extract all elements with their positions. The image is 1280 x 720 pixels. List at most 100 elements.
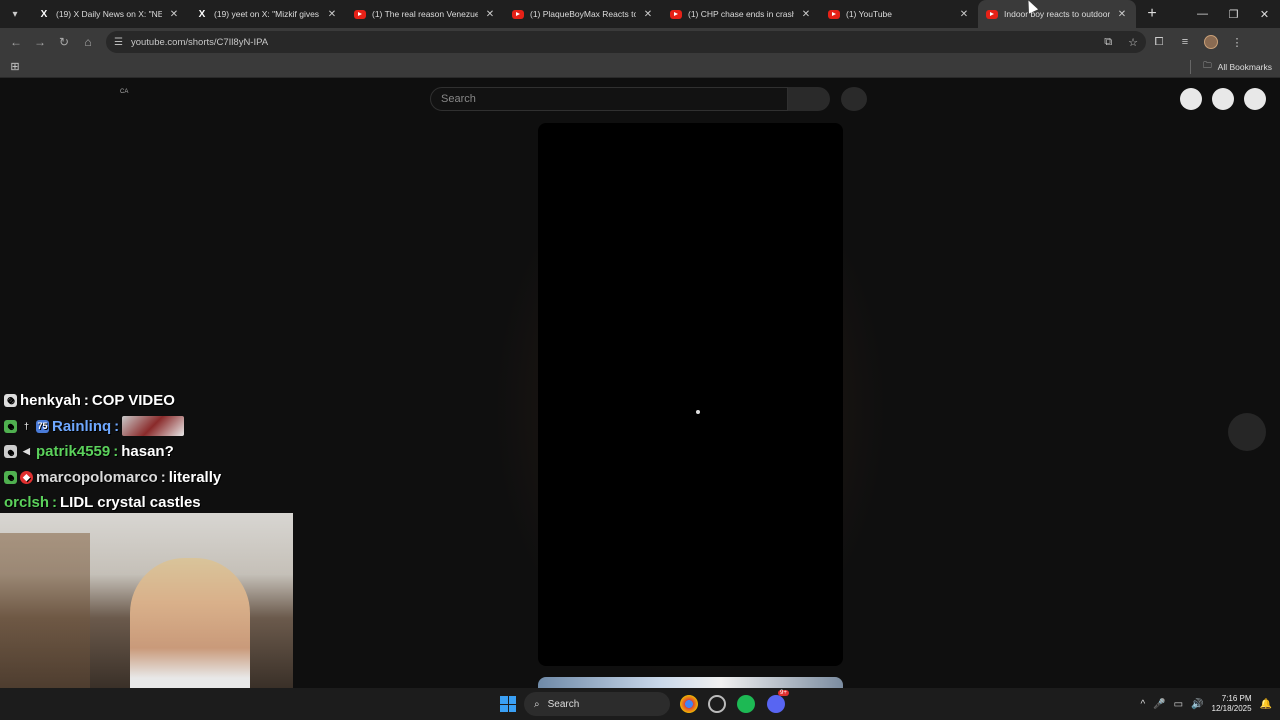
reload-icon[interactable]: ↻	[52, 28, 76, 56]
back-icon[interactable]: ←	[4, 28, 28, 56]
url-text: youtube.com/shorts/C7Il8yN-IPA	[130, 36, 269, 48]
tab-search-dropdown-icon[interactable]: ▾	[0, 0, 30, 28]
tab-3[interactable]: (1) The real reason Venezuela n ✕	[346, 0, 504, 28]
chat-colon: :	[113, 443, 119, 461]
media-controls-icon[interactable]: ≡	[1172, 36, 1198, 48]
chat-message: ☻ ◆ marcopolomarco: literally	[4, 465, 304, 491]
chat-colon: :	[83, 392, 89, 410]
install-app-icon[interactable]: ⧉	[1104, 36, 1112, 49]
youtube-icon	[986, 9, 998, 19]
close-icon[interactable]: ✕	[1116, 9, 1128, 20]
chat-text: hasan?	[121, 443, 174, 461]
chat-message: orclsh: LIDL crystal castles	[4, 490, 304, 516]
close-icon[interactable]: ✕	[958, 9, 970, 20]
youtube-icon	[670, 9, 682, 19]
minimize-icon[interactable]: —	[1187, 0, 1218, 28]
volume-icon[interactable]: 🔊	[1191, 699, 1203, 710]
chat-username: patrik4559	[36, 443, 111, 461]
country-code: CA	[120, 89, 129, 95]
windows-taskbar: ⌕ Search 9+ ^ 🎤 ▭ 🔊 7:16 PM 12/18/2025 🔔	[0, 688, 1280, 720]
subscriber-badge-icon: ☻	[4, 419, 17, 433]
search-icon: ⌕	[534, 698, 540, 710]
chat-colon: :	[160, 468, 166, 486]
extensions-icon[interactable]: ⧠	[1146, 36, 1172, 49]
tier-badge-icon: 75	[36, 419, 49, 433]
divider	[1190, 59, 1192, 74]
search-button[interactable]	[788, 87, 830, 111]
site-info-icon[interactable]: ☰	[114, 37, 123, 48]
profile-avatar-button[interactable]	[1198, 35, 1224, 49]
close-icon[interactable]: ✕	[326, 9, 338, 20]
chat-message: ☻ † 75 Rainlinq:	[4, 414, 304, 440]
restore-icon[interactable]: ❐	[1218, 0, 1249, 28]
shorts-video-player[interactable]	[538, 123, 843, 666]
microphone-icon[interactable]: 🎤	[1153, 699, 1165, 710]
taskbar-search[interactable]: ⌕ Search	[524, 692, 670, 716]
discord-icon[interactable]: 9+	[767, 690, 789, 713]
windows-start-icon[interactable]	[500, 696, 516, 712]
tab-7-active[interactable]: Indoor boy reacts to outdoor b ✕	[978, 0, 1136, 28]
close-icon[interactable]: ✕	[168, 9, 180, 20]
browser-menu-icon[interactable]: ⋮	[1224, 36, 1250, 49]
chat-colon: :	[52, 494, 58, 512]
close-icon[interactable]: ✕	[800, 9, 812, 20]
close-icon[interactable]: ✕	[484, 9, 496, 20]
loading-spinner	[696, 410, 700, 414]
chat-text: literally	[168, 468, 222, 486]
forward-icon[interactable]: →	[28, 28, 52, 56]
stream-chat-overlay: ⊘ henkyah: COP VIDEO ☻ † 75 Rainlinq: ☻ …	[4, 388, 304, 516]
bookmarks-bar: ⊞ 🗀 All Bookmarks	[0, 56, 1280, 78]
speaker-badge-icon: ◀	[23, 446, 30, 457]
tab-title: (19) X Daily News on X: "NEWS	[56, 9, 162, 19]
home-icon[interactable]: ⌂	[76, 28, 100, 56]
chat-colon: :	[114, 417, 120, 435]
clock[interactable]: 7:16 PM 12/18/2025	[1212, 694, 1252, 714]
bookmark-star-icon[interactable]: ☆	[1128, 36, 1138, 49]
tab-5[interactable]: (1) CHP chase ends in crash in ✕	[662, 0, 820, 28]
spotify-icon[interactable]	[737, 695, 755, 713]
avatar	[1204, 35, 1218, 49]
chat-message: ⊘ henkyah: COP VIDEO	[4, 388, 304, 414]
notifications-button[interactable]	[1212, 88, 1234, 110]
tab-title: (1) The real reason Venezuela n	[372, 9, 478, 19]
notification-badge: 9+	[778, 690, 789, 696]
tab-title: (1) PlaqueBoyMax Reacts to xQ	[530, 9, 636, 19]
x-icon: X	[40, 8, 48, 20]
youtube-icon	[512, 9, 524, 19]
notification-bell-icon[interactable]: 🔔	[1260, 699, 1272, 710]
chrome-icon[interactable]	[680, 695, 698, 713]
chat-username: orclsh	[4, 494, 50, 512]
tab-6[interactable]: (1) YouTube ✕	[820, 0, 978, 28]
close-window-icon[interactable]: ✕	[1249, 0, 1280, 28]
chevron-up-icon[interactable]: ^	[1140, 699, 1145, 710]
search-placeholder: Search	[441, 93, 476, 105]
address-bar[interactable]: ☰ youtube.com/shorts/C7Il8yN-IPA ⧉ ☆	[106, 31, 1146, 53]
tab-title: (1) YouTube	[846, 9, 892, 19]
new-tab-button[interactable]: +	[1140, 5, 1164, 23]
tab-4[interactable]: (1) PlaqueBoyMax Reacts to xQ ✕	[504, 0, 662, 28]
next-short-button[interactable]	[1228, 413, 1266, 451]
apps-grid-icon[interactable]: ⊞	[0, 60, 30, 73]
create-button[interactable]	[1180, 88, 1202, 110]
vip-badge-icon: ◆	[20, 470, 33, 484]
emote-image	[122, 416, 185, 437]
voice-search-button[interactable]	[841, 87, 867, 111]
chat-username: Rainlinq	[52, 417, 112, 435]
close-icon[interactable]: ✕	[642, 9, 654, 20]
x-icon: X	[198, 8, 206, 20]
account-avatar[interactable]	[1244, 88, 1266, 110]
chat-message: ☻ ◀ patrik4559: hasan?	[4, 439, 304, 465]
chat-text: COP VIDEO	[91, 392, 175, 410]
youtube-icon	[828, 9, 840, 19]
subscriber-badge-icon: ☻	[4, 470, 17, 484]
tab-2[interactable]: X (19) yeet on X: "Mizkif gives a s ✕	[188, 0, 346, 28]
tab-title: (1) CHP chase ends in crash in	[688, 9, 794, 19]
subscriber-badge-icon: ☻	[4, 445, 17, 459]
obs-icon[interactable]	[708, 695, 726, 713]
search-input[interactable]: Search	[430, 87, 788, 111]
network-icon[interactable]: ▭	[1174, 699, 1183, 710]
dagger-badge-icon: †	[23, 421, 29, 432]
tab-title: Indoor boy reacts to outdoor b	[1004, 9, 1110, 19]
all-bookmarks-button[interactable]: All Bookmarks	[1218, 62, 1272, 72]
tab-1[interactable]: X (19) X Daily News on X: "NEWS ✕	[30, 0, 188, 28]
